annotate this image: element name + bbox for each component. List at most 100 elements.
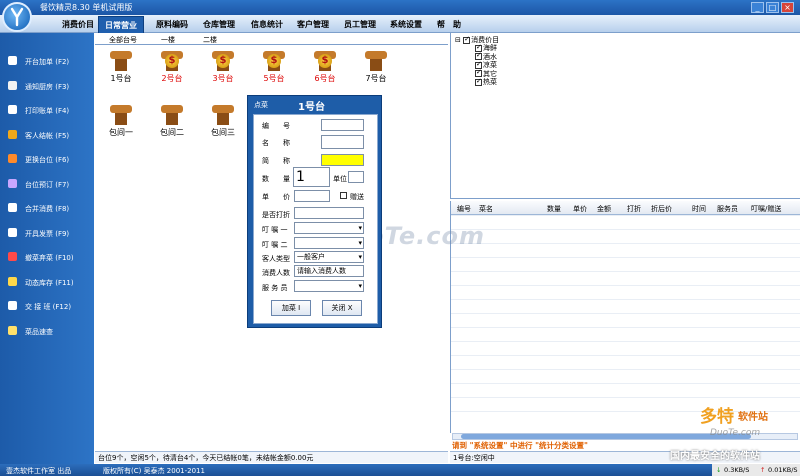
close-window-button[interactable]: × — [781, 2, 794, 13]
sidebar-item-label: 交 接 班 (F12) — [25, 303, 72, 311]
sidebar-item-7[interactable]: 开具发票 (F9) — [0, 222, 94, 246]
table-item[interactable]: $5号台 — [251, 51, 297, 84]
sidebar-item-0[interactable]: 开台加单 (F2) — [0, 50, 94, 74]
table-name: 包间一 — [109, 128, 133, 137]
menu-settings[interactable]: 系统设置 — [386, 18, 426, 31]
menu-statistics[interactable]: 信息统计 — [247, 18, 287, 31]
grid-header-cell[interactable]: 数量 — [547, 204, 561, 214]
grid-header-cell[interactable]: 服务员 — [717, 204, 738, 214]
menu-help-1[interactable]: 帮 — [433, 18, 449, 31]
field-label-short-name: 简 称 — [262, 157, 290, 165]
sidebar-item-10[interactable]: 交 接 班 (F12) — [0, 295, 94, 319]
table-icon — [110, 105, 132, 125]
menu-customers[interactable]: 客户管理 — [293, 18, 333, 31]
checkbox-icon[interactable] — [475, 77, 482, 86]
name-input[interactable] — [321, 135, 364, 149]
sidebar-item-9[interactable]: 动态库存 (F11) — [0, 271, 94, 295]
swap-icon — [8, 154, 17, 163]
grid-header-cell[interactable]: 单价 — [573, 204, 587, 214]
add-dish-button[interactable]: 加菜 I — [271, 300, 311, 316]
sidebar-item-label: 合并消费 (F8) — [25, 205, 70, 213]
close-dialog-button[interactable]: 关闭 X — [322, 300, 362, 316]
window-title: 餐饮精灵8.30 单机试用版 — [40, 3, 133, 12]
collapse-icon[interactable]: ⊟ — [455, 36, 461, 44]
grid-header-cell[interactable]: 折后价 — [651, 204, 672, 214]
table-item[interactable]: $3号台 — [200, 51, 246, 84]
sidebar-item-4[interactable]: 更换台位 (F6) — [0, 148, 94, 172]
table-item[interactable]: $6号台 — [302, 51, 348, 84]
merge-icon — [8, 203, 17, 212]
grid-header-cell[interactable]: 编号 — [457, 204, 471, 214]
code-input[interactable] — [321, 119, 364, 131]
grid-header-cell[interactable]: 菜名 — [479, 204, 493, 214]
sidebar-item-label: 台位预订 (F7) — [25, 180, 70, 189]
field-label-name: 名 称 — [262, 139, 290, 147]
brand-url: DuoTe.com — [710, 428, 761, 438]
table-icon — [110, 51, 132, 71]
sidebar-item-label: 撤菜弃菜 (F10) — [25, 254, 74, 262]
menu-ingredient-codes[interactable]: 原料编码 — [152, 18, 192, 31]
price-input[interactable] — [294, 190, 330, 202]
order-grid[interactable]: 编号 菜名 数量 单价 金额 打折 折后价 时间 服务员 叮嘱/赠送 — [450, 201, 800, 433]
quantity-input[interactable]: 1 — [293, 167, 330, 187]
menu-help-2[interactable]: 助 — [449, 18, 465, 31]
note-two-select[interactable] — [294, 237, 364, 249]
sidebar-item-2[interactable]: 打印账单 (F4) — [0, 99, 94, 123]
table-item[interactable]: 7号台 — [353, 51, 399, 84]
checkbox-icon[interactable] — [463, 35, 471, 44]
company-credit: 壹杰软件工作室 出品 — [6, 467, 72, 475]
sidebar-item-8[interactable]: 撤菜弃菜 (F10) — [0, 246, 94, 270]
tab-second-floor[interactable]: 二楼 — [203, 35, 217, 45]
maximize-button[interactable]: □ — [766, 2, 779, 13]
tab-first-floor[interactable]: 一楼 — [161, 35, 175, 45]
grid-header-cell[interactable]: 金额 — [597, 204, 611, 214]
sidebar-item-label: 开台加单 (F2) — [25, 58, 70, 66]
title-bar: 餐饮精灵8.30 单机试用版 _ □ × — [0, 0, 800, 15]
printer-icon — [8, 105, 17, 114]
grid-header-cell[interactable]: 叮嘱/赠送 — [751, 204, 781, 214]
cancel-icon — [8, 252, 17, 261]
sidebar-item-1[interactable]: 通知厨房 (F3) — [0, 75, 94, 99]
menu-staff[interactable]: 员工管理 — [340, 18, 380, 31]
table-name: 6号台 — [314, 74, 336, 83]
people-count-input[interactable]: 请输入消费人数 — [294, 265, 364, 277]
gift-label: 赠送 — [350, 193, 364, 201]
tree-item[interactable]: 热菜 — [475, 77, 497, 87]
gift-checkbox[interactable] — [340, 192, 347, 199]
short-name-input[interactable] — [321, 154, 364, 166]
unit-input[interactable] — [348, 171, 364, 183]
invoice-icon — [8, 227, 17, 237]
app-logo — [2, 2, 32, 32]
menu-price-list[interactable]: 消费价目 — [58, 18, 98, 31]
sidebar: 开台加单 (F2) 通知厨房 (F3) 打印账单 (F4) 客人结帐 (F5) 更换台位… — [0, 33, 94, 464]
minimize-button[interactable]: _ — [751, 2, 764, 13]
grid-header-cell[interactable]: 打折 — [627, 204, 641, 214]
table-item[interactable]: $2号台 — [149, 51, 195, 84]
waiter-select[interactable] — [294, 280, 364, 292]
table-item[interactable]: 包间一 — [98, 105, 144, 138]
table-item[interactable]: 包间三 — [200, 105, 246, 138]
grid-header-cell[interactable]: 时间 — [692, 204, 706, 214]
sidebar-item-6[interactable]: 合并消费 (F8) — [0, 197, 94, 221]
table-item[interactable]: 1号台 — [98, 51, 144, 84]
note-one-select[interactable] — [294, 222, 364, 234]
brand-suffix: 软件站 — [738, 412, 768, 423]
sidebar-item-11[interactable]: 菜品速查 — [0, 320, 94, 344]
customer-type-select[interactable]: 一般客户 — [294, 251, 364, 263]
sidebar-item-label: 开具发票 (F9) — [25, 229, 70, 238]
bell-icon — [8, 80, 17, 90]
discount-input[interactable] — [294, 207, 364, 219]
unit-label: 单位 — [333, 175, 347, 183]
sidebar-item-label: 客人结帐 (F5) — [25, 131, 70, 140]
table-name: 2号台 — [161, 74, 183, 83]
table-item[interactable]: 包间二 — [149, 105, 195, 138]
sidebar-item-5[interactable]: 台位预订 (F7) — [0, 173, 94, 197]
sidebar-item-label: 更换台位 (F6) — [25, 156, 70, 164]
occupied-table-icon: $ — [314, 51, 336, 71]
field-label-quantity: 数 量 — [262, 175, 290, 183]
dialog-tab: 点菜 — [254, 101, 268, 109]
sidebar-item-3[interactable]: 客人结帐 (F5) — [0, 124, 94, 148]
tab-all-tables[interactable]: 全部台号 — [109, 35, 137, 45]
sidebar-item-label: 打印账单 (F4) — [25, 107, 70, 115]
menu-warehouse[interactable]: 仓库管理 — [199, 18, 239, 31]
